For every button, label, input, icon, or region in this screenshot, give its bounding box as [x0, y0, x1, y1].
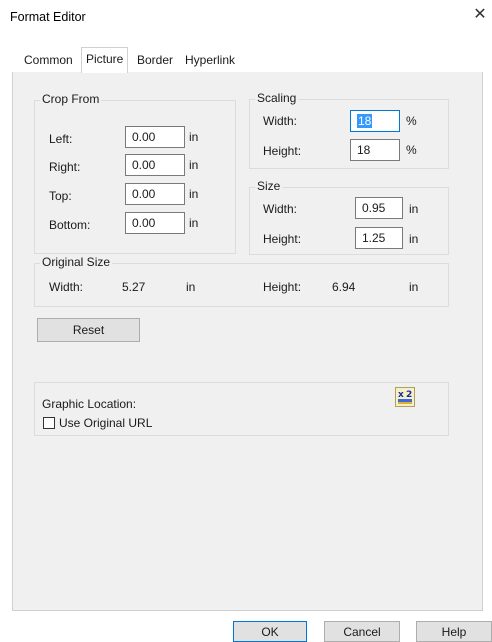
original-size-group: [34, 263, 449, 307]
tab-picture[interactable]: Picture: [81, 47, 129, 73]
svg-text:x: x: [398, 390, 404, 400]
window-title: Format Editor: [10, 10, 86, 24]
crop-right-unit: in: [189, 158, 199, 172]
size-legend: Size: [255, 179, 283, 193]
size-width-unit: in: [409, 202, 419, 216]
crop-right-input[interactable]: 0.00: [125, 154, 185, 176]
original-width-value: 5.27: [122, 280, 146, 294]
crop-top-unit: in: [189, 187, 199, 201]
scaling-width-unit: %: [406, 114, 417, 128]
cancel-button[interactable]: Cancel: [324, 621, 400, 642]
scaling-height-label: Height:: [263, 144, 302, 158]
picture-tab-panel: Crop From Left: 0.00 in Right: 0.00 in T…: [12, 72, 483, 611]
reset-button[interactable]: Reset: [37, 318, 140, 342]
original-height-unit: in: [409, 280, 419, 294]
graphic-picker-icon[interactable]: x 2: [395, 387, 415, 407]
crop-from-legend: Crop From: [40, 92, 102, 106]
crop-left-label: Left:: [49, 132, 73, 146]
use-original-url-checkbox[interactable]: [43, 417, 55, 429]
use-original-url-label[interactable]: Use Original URL: [59, 416, 152, 430]
tab-hyperlink[interactable]: Hyperlink: [181, 50, 239, 70]
help-button[interactable]: Help: [416, 621, 492, 642]
size-height-unit: in: [409, 232, 419, 246]
scaling-height-unit: %: [406, 143, 417, 157]
size-height-label: Height:: [263, 232, 302, 246]
size-width-input[interactable]: 0.95: [355, 197, 403, 219]
crop-bottom-input[interactable]: 0.00: [125, 212, 185, 234]
scaling-height-input[interactable]: 18: [350, 139, 400, 161]
original-size-legend: Original Size: [40, 255, 113, 269]
crop-left-unit: in: [189, 130, 199, 144]
scaling-group: [249, 99, 449, 169]
crop-bottom-label: Bottom:: [49, 218, 91, 232]
original-height-value: 6.94: [332, 280, 356, 294]
scaling-legend: Scaling: [255, 91, 299, 105]
original-width-unit: in: [186, 280, 196, 294]
scaling-width-label: Width:: [263, 114, 298, 128]
size-height-input[interactable]: 1.25: [355, 227, 403, 249]
close-icon[interactable]: ✕: [471, 6, 489, 24]
crop-left-input[interactable]: 0.00: [125, 126, 185, 148]
crop-right-label: Right:: [49, 160, 81, 174]
graphic-location-label: Graphic Location:: [42, 397, 137, 411]
tab-common[interactable]: Common: [20, 50, 77, 70]
ok-button[interactable]: OK: [233, 621, 307, 642]
crop-bottom-unit: in: [189, 216, 199, 230]
svg-text:2: 2: [406, 390, 412, 400]
crop-top-input[interactable]: 0.00: [125, 183, 185, 205]
original-width-label: Width:: [49, 280, 84, 294]
tab-border[interactable]: Border: [133, 50, 177, 70]
scaling-width-input[interactable]: 18: [350, 110, 400, 132]
crop-top-label: Top:: [49, 189, 72, 203]
size-width-label: Width:: [263, 202, 298, 216]
original-height-label: Height:: [263, 280, 302, 294]
